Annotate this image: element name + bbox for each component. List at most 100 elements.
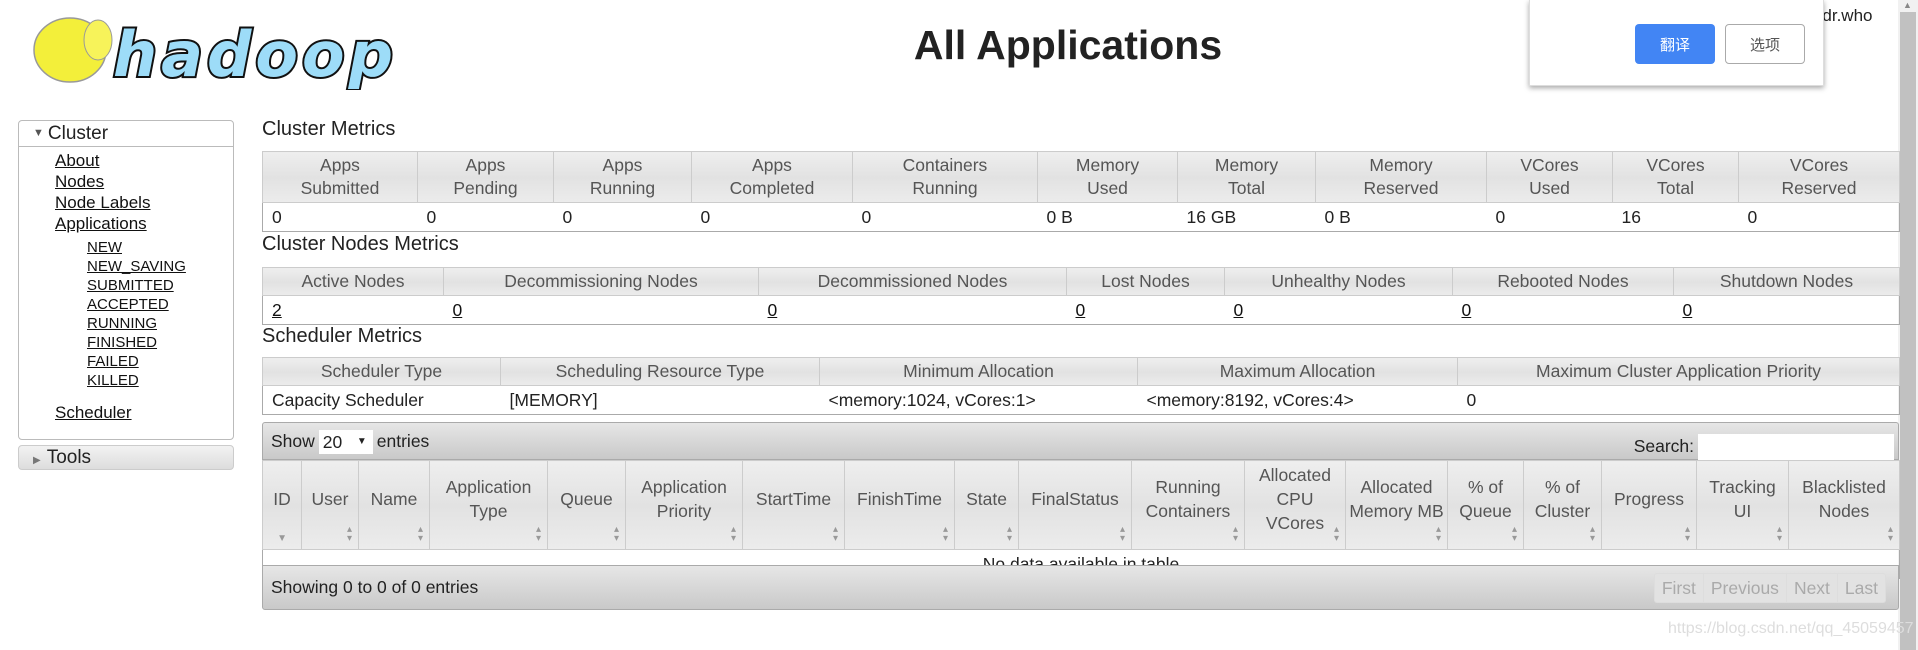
metric-header-line: Containers	[902, 155, 988, 175]
sidebar-tools[interactable]: ▶ Tools	[18, 445, 234, 470]
column-header-blacklisted-nodes[interactable]: Blacklisted Nodes ▴ ▾	[1788, 460, 1900, 550]
sidebar-state-failed[interactable]: FAILED	[87, 352, 233, 371]
metric-header-line: Pending	[453, 178, 518, 198]
column-header-running-containers[interactable]: Running Containers ▴ ▾	[1131, 460, 1245, 550]
column-header-id[interactable]: ID ▼	[262, 460, 302, 550]
sidebar-link-scheduler[interactable]: Scheduler	[55, 402, 233, 423]
sidebar-state-killed[interactable]: KILLED	[87, 371, 233, 390]
column-header-tracking-ui[interactable]: Tracking UI ▴ ▾	[1696, 460, 1789, 550]
tools-label: Tools	[46, 447, 92, 468]
sort-icon[interactable]: ▴ ▾	[1685, 525, 1690, 544]
scrollbar-thumb[interactable]	[1900, 12, 1916, 650]
column-header-label: % of Queue	[1459, 477, 1512, 521]
node-metric-cell: 0	[758, 295, 1067, 325]
sort-desc-icon[interactable]: ▼	[277, 534, 287, 544]
metric-header-line: Apps	[320, 155, 360, 175]
sidebar-state-finished[interactable]: FINISHED	[87, 333, 233, 352]
metric-header-line: Apps	[602, 155, 643, 175]
page-first-button[interactable]: First	[1655, 574, 1703, 602]
node-metric-header: Lost Nodes	[1066, 267, 1225, 296]
nodes-metrics-table: Active Nodes Decommissioning Nodes Decommi…	[262, 267, 1900, 325]
page-last-button[interactable]: Last	[1836, 574, 1885, 602]
sidebar-state-running[interactable]: RUNNING	[87, 314, 233, 333]
sort-icon[interactable]: ▴ ▾	[614, 525, 619, 544]
page-previous-button[interactable]: Previous	[1702, 574, 1786, 602]
node-metric-cell: 0	[443, 295, 759, 325]
cluster-label: Cluster	[47, 123, 109, 144]
metric-header-line: Reserved	[1363, 178, 1439, 198]
metric-value: 16 GB	[1177, 202, 1316, 232]
sidebar-state-new[interactable]: NEW	[87, 238, 233, 257]
column-header-allocated-cpu-vcores[interactable]: Allocated CPU VCores ▴ ▾	[1244, 460, 1346, 550]
apps-table-footer: Showing 0 to 0 of 0 entries First Previo…	[262, 565, 1899, 610]
column-header--of-queue[interactable]: % of Queue ▴ ▾	[1447, 460, 1524, 550]
metric-header-line: VCores	[1646, 155, 1705, 175]
node-metric-link[interactable]: 0	[1683, 300, 1693, 320]
column-header-queue[interactable]: Queue ▴ ▾	[547, 460, 626, 550]
sidebar-link-applications[interactable]: Applications	[55, 213, 233, 234]
sort-icon[interactable]: ▴ ▾	[1233, 525, 1238, 544]
search-input[interactable]	[1698, 434, 1894, 461]
column-header-name[interactable]: Name ▴ ▾	[358, 460, 430, 550]
metric-header-line: Total	[1228, 178, 1265, 198]
metric-value: 0	[1486, 202, 1613, 232]
metric-value: 0 B	[1315, 202, 1487, 232]
sidebar-state-submitted[interactable]: SUBMITTED	[87, 276, 233, 295]
sort-icon[interactable]: ▴ ▾	[1334, 525, 1339, 544]
column-header-user[interactable]: User ▴ ▾	[301, 460, 359, 550]
scheduler-metric-value: Capacity Scheduler	[262, 385, 501, 415]
metric-header-line: Memory	[1075, 155, 1140, 175]
sidebar-link-nodes[interactable]: Nodes	[55, 171, 233, 192]
node-metric-link[interactable]: 0	[1234, 300, 1244, 320]
node-metric-link[interactable]: 0	[768, 300, 778, 320]
node-metric-header: Rebooted Nodes	[1452, 267, 1674, 296]
metric-header-line: VCores	[1520, 155, 1579, 175]
scheduler-metric-value: <memory:8192, vCores:4>	[1137, 385, 1458, 415]
metric-header: Apps Pending	[417, 151, 554, 203]
sort-icon[interactable]: ▴ ▾	[1120, 525, 1125, 544]
column-header-application-type[interactable]: Application Type ▴ ▾	[429, 460, 548, 550]
translate-button[interactable]: 翻译	[1635, 24, 1715, 64]
sort-icon[interactable]: ▴ ▾	[731, 525, 736, 544]
scheduler-metric-header: Scheduling Resource Type	[500, 357, 820, 386]
entries-select[interactable]: 20 ▼	[318, 430, 373, 455]
sort-icon[interactable]: ▴ ▾	[536, 525, 541, 544]
sidebar-state-accepted[interactable]: ACCEPTED	[87, 295, 233, 314]
metric-header-line: Running	[912, 178, 978, 198]
sort-icon[interactable]: ▴ ▾	[943, 525, 948, 544]
node-metric-link[interactable]: 0	[453, 300, 463, 320]
sort-icon[interactable]: ▴ ▾	[347, 525, 352, 544]
sort-icon[interactable]: ▴ ▾	[1590, 525, 1595, 544]
column-header-starttime[interactable]: StartTime ▴ ▾	[742, 460, 845, 550]
sort-icon[interactable]: ▴ ▾	[418, 525, 423, 544]
apps-table-toolbar: Show 20 ▼ entries Search:	[262, 422, 1899, 461]
vertical-scrollbar[interactable]: ▲	[1898, 0, 1918, 650]
sort-icon[interactable]: ▴ ▾	[1007, 525, 1012, 544]
column-header-finalstatus[interactable]: FinalStatus ▴ ▾	[1018, 460, 1132, 550]
sidebar-state-new-saving[interactable]: NEW_SAVING	[87, 257, 233, 276]
column-header-allocated-memory-mb[interactable]: Allocated Memory MB ▴ ▾	[1345, 460, 1448, 550]
node-metric-link[interactable]: 2	[272, 300, 282, 320]
sort-icon[interactable]: ▴ ▾	[833, 525, 838, 544]
node-metric-link[interactable]: 0	[1076, 300, 1086, 320]
sort-icon[interactable]: ▴ ▾	[1888, 525, 1893, 544]
column-header-application-priority[interactable]: Application Priority ▴ ▾	[625, 460, 743, 550]
column-header-state[interactable]: State ▴ ▾	[954, 460, 1019, 550]
sort-icon[interactable]: ▴ ▾	[1777, 525, 1782, 544]
page-next-button[interactable]: Next	[1785, 574, 1837, 602]
sort-icon[interactable]: ▴ ▾	[1436, 525, 1441, 544]
column-header-label: Running Containers	[1145, 477, 1231, 521]
sort-icon[interactable]: ▴ ▾	[1512, 525, 1517, 544]
options-button[interactable]: 选项	[1725, 24, 1805, 64]
column-header-progress[interactable]: Progress ▴ ▾	[1601, 460, 1697, 550]
sidebar-link-node-labels[interactable]: Node Labels	[55, 192, 233, 213]
sidebar-cluster-header[interactable]: ▼ Cluster	[19, 121, 233, 147]
show-label: Show	[271, 431, 315, 451]
column-header-finishtime[interactable]: FinishTime ▴ ▾	[844, 460, 955, 550]
scroll-up-icon[interactable]: ▲	[1903, 0, 1912, 10]
column-header--of-cluster[interactable]: % of Cluster ▴ ▾	[1523, 460, 1602, 550]
metric-header: Apps Submitted	[262, 151, 418, 203]
node-metric-link[interactable]: 0	[1462, 300, 1472, 320]
watermark: https://blog.csdn.net/qq_45059457	[1668, 620, 1914, 637]
sidebar-link-about[interactable]: About	[55, 150, 233, 171]
